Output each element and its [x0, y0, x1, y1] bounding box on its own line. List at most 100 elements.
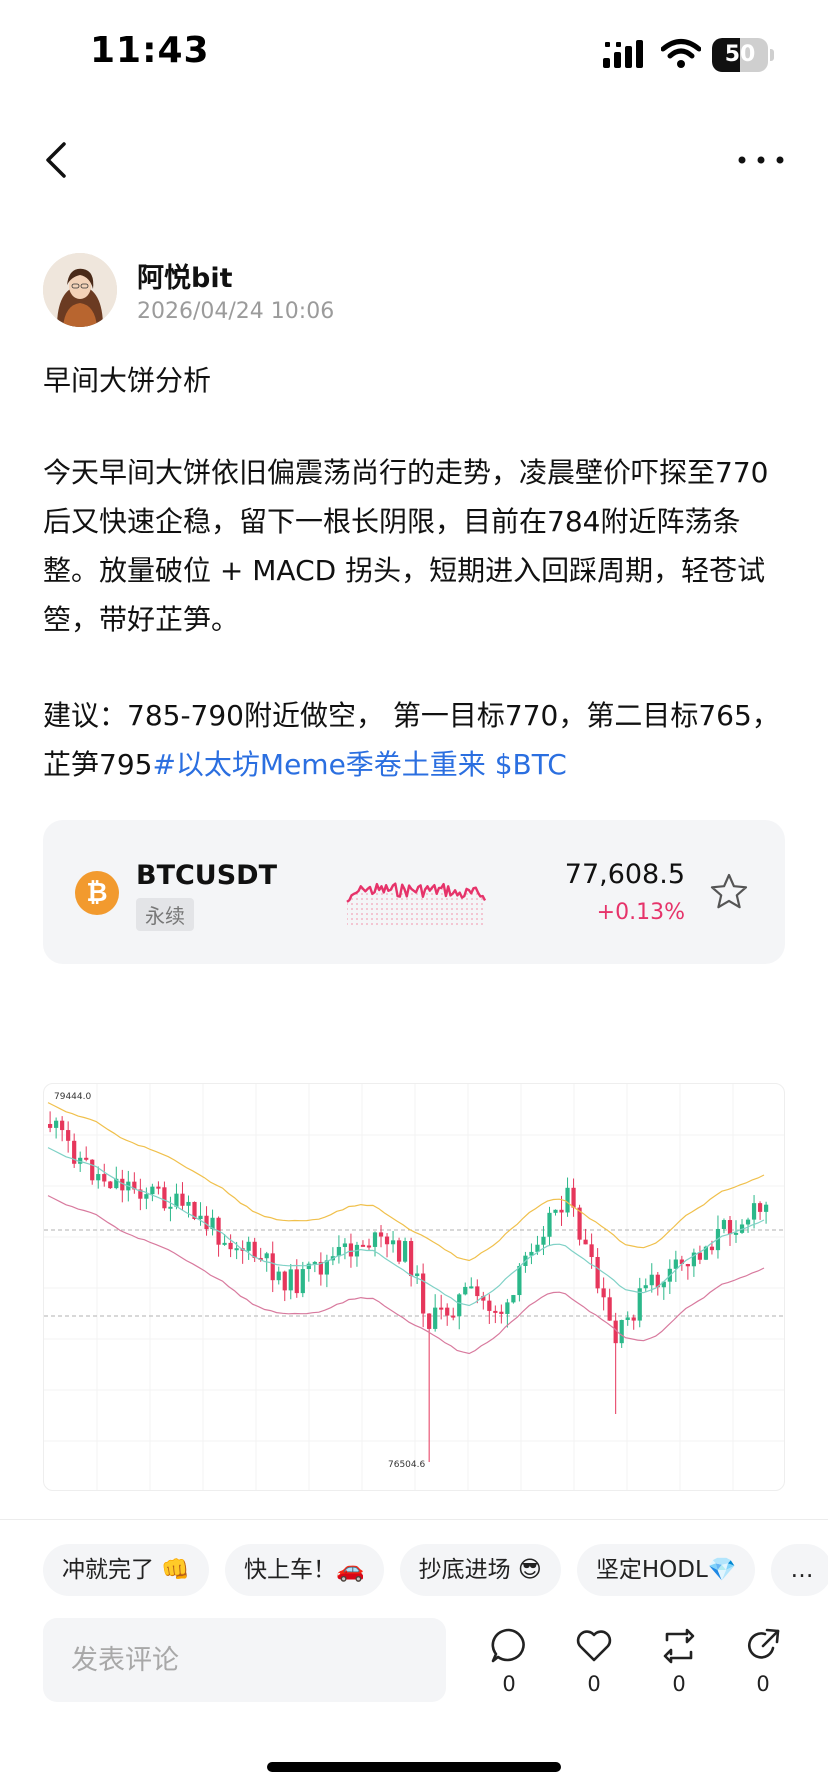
candle-body	[48, 1124, 53, 1128]
candle-body	[487, 1300, 492, 1311]
candle-body	[378, 1232, 384, 1237]
candle-body	[427, 1313, 432, 1329]
repost-button[interactable]: 0	[654, 1626, 704, 1706]
post-title: 早间大饼分析	[43, 364, 212, 397]
price-sparkline	[346, 882, 487, 926]
candle-body	[607, 1297, 612, 1321]
candle-body	[222, 1242, 227, 1245]
post-suggestion: 建议：785-790附近做空， 第一目标770，第二目标765，芷笋795#以太…	[43, 691, 788, 789]
candle-body	[180, 1193, 185, 1206]
candle-body	[300, 1269, 305, 1294]
reaction-chips: 冲就完了 👊 快上车！🚗 抄底进场 😎 坚定HODL💎 …	[43, 1544, 828, 1596]
candle-body	[270, 1253, 275, 1281]
candle-body	[637, 1288, 642, 1321]
candle-body	[96, 1174, 101, 1181]
reaction-chip[interactable]: 抄底进场 😎	[399, 1544, 561, 1596]
candle-body	[643, 1285, 648, 1289]
comment-button[interactable]: 0	[484, 1626, 534, 1706]
share-button[interactable]: 0	[738, 1626, 788, 1706]
candle-body	[366, 1245, 372, 1248]
kline-chart	[44, 1084, 784, 1490]
candle-body	[288, 1269, 293, 1291]
candle-body	[276, 1271, 281, 1281]
candle-body	[246, 1241, 251, 1251]
candle-body	[186, 1201, 191, 1206]
candle-body	[511, 1295, 516, 1303]
post-paragraph: 今天早间大饼依旧偏震荡尚行的走势，凌晨壁价吓探至770后又快速企稳，留下一根长阴…	[43, 456, 769, 636]
hashtag-link[interactable]: #以太坊Meme季卷土重来	[152, 748, 485, 781]
candle-body	[402, 1241, 408, 1262]
bitcoin-icon: ₿	[75, 871, 119, 915]
candle-body	[541, 1236, 546, 1245]
candle-body	[673, 1259, 678, 1269]
candle-body	[505, 1302, 510, 1314]
candle-body	[649, 1274, 654, 1286]
contract-type-badge: 永续	[136, 898, 194, 931]
candle-body	[415, 1273, 420, 1277]
candle-body	[90, 1159, 95, 1181]
candle-body	[625, 1317, 630, 1320]
candle-body	[264, 1253, 269, 1259]
battery-icon: 50	[712, 38, 774, 72]
reaction-chip[interactable]: 快上车！🚗	[224, 1544, 384, 1596]
lower-band-line	[47, 1195, 765, 1355]
reaction-chip[interactable]: 冲就完了 👊	[43, 1544, 209, 1596]
back-arrow-icon[interactable]	[40, 138, 74, 182]
cashtag-link[interactable]: $BTC	[486, 748, 567, 781]
chart-low-label: 76504.6	[388, 1460, 426, 1470]
comment-count: 0	[502, 1672, 516, 1696]
repost-count: 0	[672, 1672, 686, 1696]
candle-body	[102, 1174, 107, 1182]
candle-body	[571, 1187, 576, 1208]
candle-body	[252, 1241, 257, 1258]
candle-body	[469, 1286, 474, 1289]
cellular-signal-icon	[603, 40, 643, 68]
candle-body	[433, 1307, 438, 1329]
ticker-card[interactable]: ₿ BTCUSDT 永续 77,608.5 +0.13%	[43, 820, 785, 964]
candle-body	[475, 1286, 480, 1297]
author-name[interactable]: 阿悦bit	[137, 256, 233, 295]
candle-body	[763, 1204, 769, 1212]
candle-body	[493, 1310, 498, 1313]
like-button[interactable]: 0	[569, 1626, 619, 1706]
ticker-price: 77,608.5	[564, 859, 685, 890]
reaction-chip[interactable]: 坚定HODL💎	[576, 1544, 756, 1596]
candle-body	[457, 1294, 462, 1317]
repost-icon	[663, 1628, 695, 1664]
comment-input[interactable]	[43, 1618, 446, 1702]
star-outline-icon[interactable]	[709, 872, 749, 912]
candle-body	[721, 1220, 727, 1229]
candle-body	[439, 1307, 444, 1310]
like-count: 0	[587, 1672, 601, 1696]
candle-body	[733, 1232, 739, 1235]
share-count: 0	[756, 1672, 770, 1696]
candle-body	[198, 1215, 203, 1219]
candle-body	[685, 1264, 690, 1267]
share-icon	[747, 1628, 780, 1659]
post-timestamp: 2026/04/24 10:06	[137, 299, 335, 324]
candle-body	[168, 1206, 173, 1209]
candle-body	[463, 1286, 468, 1295]
ticker-change: +0.13%	[596, 900, 685, 925]
status-time: 11:43	[90, 30, 210, 71]
candle-body	[66, 1130, 71, 1141]
home-indicator	[267, 1762, 561, 1772]
candle-body	[54, 1120, 59, 1128]
candle-body	[451, 1315, 456, 1318]
candle-body	[150, 1186, 155, 1195]
wifi-icon	[661, 39, 701, 68]
candle-body	[282, 1271, 287, 1291]
candle-body	[108, 1181, 113, 1189]
candle-body	[583, 1239, 588, 1245]
candle-body	[360, 1244, 366, 1247]
divider	[0, 1519, 828, 1520]
reaction-chip[interactable]: …	[771, 1544, 828, 1596]
candle-body	[372, 1232, 378, 1247]
more-icon[interactable]	[736, 140, 786, 180]
author-avatar[interactable]	[43, 253, 117, 327]
candle-body	[445, 1307, 450, 1316]
candle-body	[60, 1120, 65, 1131]
candle-body	[390, 1240, 396, 1245]
candle-body	[745, 1219, 751, 1225]
candle-body	[144, 1194, 149, 1199]
